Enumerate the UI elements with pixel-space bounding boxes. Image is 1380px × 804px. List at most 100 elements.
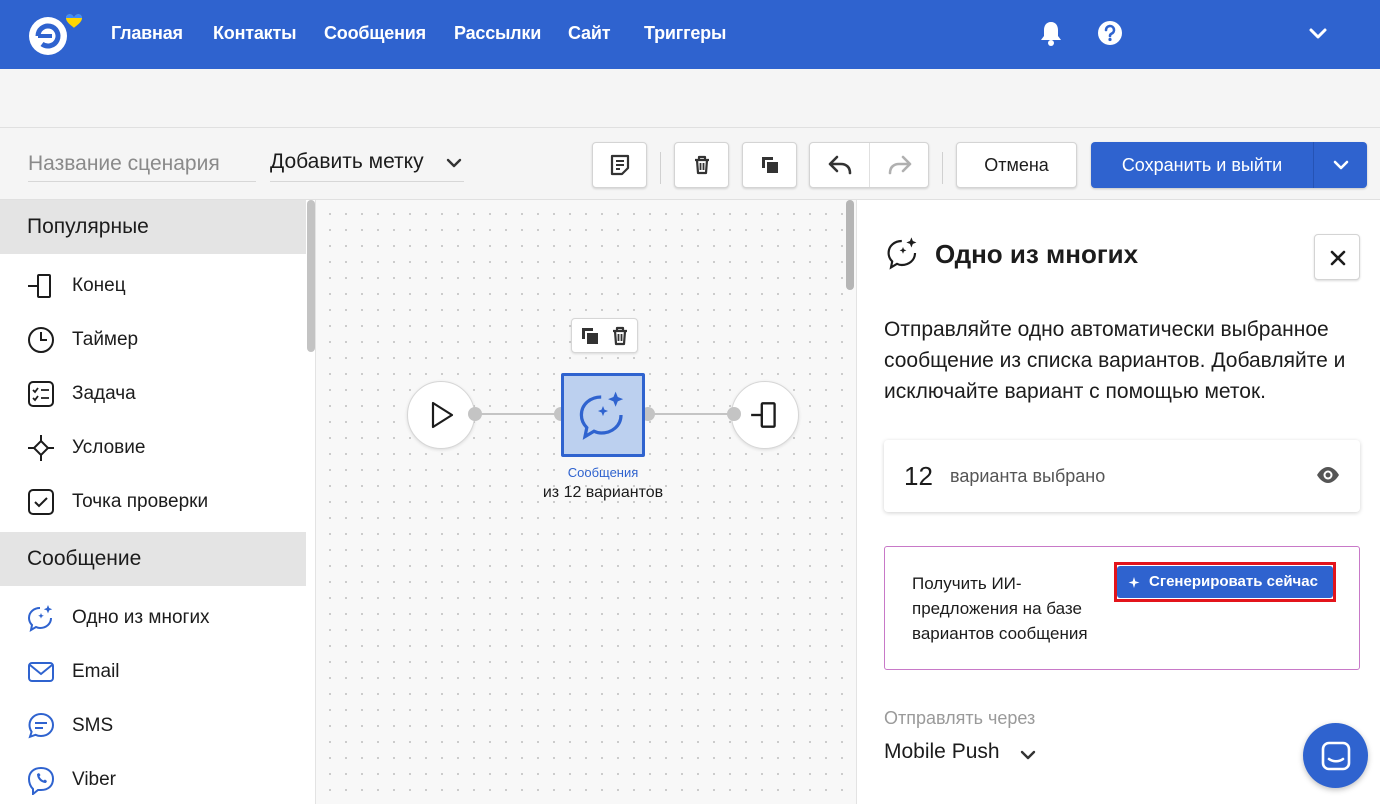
nav-item-messages[interactable]: Сообщения bbox=[324, 23, 426, 44]
library-item-task[interactable]: Задача bbox=[0, 366, 306, 420]
trash-icon[interactable] bbox=[608, 324, 632, 348]
variants-count: 12 bbox=[904, 461, 933, 491]
undo-button[interactable] bbox=[810, 143, 869, 187]
add-tag-label: Добавить метку bbox=[270, 150, 424, 173]
email-icon bbox=[28, 662, 54, 682]
top-navigation-bar: Главная Контакты Сообщения Рассылки Сайт… bbox=[0, 0, 1380, 69]
library-item-label: Email bbox=[72, 661, 120, 682]
library-item-sms[interactable]: SMS bbox=[0, 698, 306, 752]
chevron-down-icon bbox=[1020, 750, 1036, 760]
variants-card: 12 варианта выбрано bbox=[884, 440, 1360, 512]
library-item-label: Задача bbox=[72, 383, 136, 404]
ai-suggestions-text: Получить ИИ-предложения на базе варианто… bbox=[912, 574, 1088, 643]
trash-icon bbox=[694, 155, 709, 175]
toolbar-divider bbox=[660, 152, 661, 184]
task-icon bbox=[28, 381, 54, 407]
delete-button[interactable] bbox=[674, 142, 729, 188]
panel-description: Отправляйте одно автоматически выбранное… bbox=[884, 318, 1346, 403]
copy-button[interactable] bbox=[742, 142, 797, 188]
variants-label: варианта выбрано bbox=[950, 466, 1106, 486]
connection-line bbox=[646, 413, 736, 415]
note-icon bbox=[610, 154, 629, 176]
library-item-one-of-many[interactable]: Одно из многих bbox=[0, 590, 306, 644]
library-item-timer[interactable]: Таймер bbox=[0, 312, 306, 366]
copy-icon[interactable] bbox=[578, 324, 602, 348]
undo-icon bbox=[828, 155, 851, 175]
redo-icon bbox=[888, 155, 911, 175]
cancel-button[interactable]: Отмена bbox=[956, 142, 1077, 188]
nav-item-contacts[interactable]: Контакты bbox=[213, 23, 296, 44]
notes-button[interactable] bbox=[592, 142, 647, 188]
play-icon bbox=[431, 401, 454, 429]
connection-line bbox=[474, 413, 564, 415]
section-message[interactable]: Сообщение bbox=[0, 532, 306, 586]
section-popular[interactable]: Популярные bbox=[0, 200, 306, 254]
library-item-label: Одно из многих bbox=[72, 607, 210, 628]
scenario-canvas[interactable]: Сообщения из 12 вариантов bbox=[316, 200, 856, 804]
page-header-spacer bbox=[0, 69, 1380, 127]
generate-now-button[interactable]: Сгенерировать сейчас bbox=[1117, 566, 1333, 598]
node-settings-panel: Одно из многих Отправляйте одно автомати… bbox=[856, 200, 1380, 804]
scenario-name-input[interactable] bbox=[28, 146, 256, 182]
chevron-down-icon bbox=[446, 158, 462, 168]
send-via-value: Mobile Push bbox=[884, 740, 1000, 763]
help-icon[interactable] bbox=[1095, 18, 1125, 48]
close-panel-button[interactable] bbox=[1314, 234, 1360, 280]
node-type-label: Сообщения bbox=[567, 465, 639, 480]
chevron-down-icon bbox=[1333, 160, 1349, 170]
library-item-end[interactable]: Конец bbox=[0, 258, 306, 312]
ai-chat-icon bbox=[887, 237, 917, 270]
start-node[interactable] bbox=[407, 381, 475, 449]
node-action-bar bbox=[571, 318, 638, 353]
library-item-email[interactable]: Email bbox=[0, 644, 306, 698]
library-scrollbar[interactable] bbox=[307, 200, 315, 352]
add-tag-dropdown[interactable]: Добавить метку bbox=[270, 146, 464, 182]
ai-suggestions-box: Получить ИИ-предложения на базе варианто… bbox=[884, 546, 1360, 670]
account-chevron-down-icon[interactable] bbox=[1303, 18, 1333, 48]
library-item-label: Условие bbox=[72, 437, 146, 458]
checkpoint-icon bbox=[28, 489, 54, 515]
condition-icon bbox=[28, 435, 54, 461]
save-and-exit-button-group: Сохранить и выйти bbox=[1091, 142, 1367, 188]
library-item-checkpoint[interactable]: Точка проверки bbox=[0, 474, 306, 528]
bell-icon[interactable] bbox=[1036, 18, 1066, 48]
save-and-exit-button[interactable]: Сохранить и выйти bbox=[1091, 142, 1313, 188]
timer-icon bbox=[28, 327, 54, 353]
library-item-condition[interactable]: Условие bbox=[0, 420, 306, 474]
scenario-toolbar: Добавить метку bbox=[0, 127, 1380, 200]
library-item-viber[interactable]: Viber bbox=[0, 752, 306, 804]
connector-port[interactable] bbox=[727, 407, 741, 421]
block-library-panel: Популярные Конец Таймер Задача Условие Т… bbox=[0, 200, 316, 804]
save-options-button[interactable] bbox=[1314, 142, 1367, 188]
panel-title: Одно из многих bbox=[935, 239, 1139, 269]
redo-button[interactable] bbox=[870, 143, 929, 187]
ai-chat-icon bbox=[27, 605, 53, 633]
nav-item-site[interactable]: Сайт bbox=[568, 23, 611, 44]
copy-icon bbox=[761, 157, 778, 173]
connector-port[interactable] bbox=[468, 407, 482, 421]
node-caption: из 12 вариантов bbox=[542, 484, 664, 501]
one-of-many-node[interactable] bbox=[561, 373, 645, 457]
library-item-label: SMS bbox=[72, 715, 114, 736]
nav-item-home[interactable]: Главная bbox=[111, 23, 183, 44]
nav-item-triggers[interactable]: Триггеры bbox=[644, 23, 726, 44]
library-item-label: Viber bbox=[72, 769, 117, 790]
end-icon bbox=[751, 402, 776, 428]
generate-now-label: Сгенерировать сейчас bbox=[1149, 573, 1318, 590]
logo-icon[interactable] bbox=[26, 10, 92, 58]
support-chat-button[interactable] bbox=[1303, 723, 1368, 788]
library-item-label: Таймер bbox=[72, 329, 139, 350]
toolbar-divider bbox=[942, 152, 943, 184]
ai-chat-icon bbox=[579, 391, 624, 440]
library-item-label: Конец bbox=[72, 275, 126, 296]
library-item-label: Точка проверки bbox=[72, 491, 209, 512]
eye-icon[interactable] bbox=[1316, 465, 1340, 485]
send-via-dropdown[interactable]: Mobile Push bbox=[884, 740, 1036, 764]
history-button-group bbox=[809, 142, 929, 188]
end-node[interactable] bbox=[731, 381, 799, 449]
nav-item-mailings[interactable]: Рассылки bbox=[454, 23, 541, 44]
sms-icon bbox=[28, 712, 55, 739]
canvas-scrollbar[interactable] bbox=[846, 200, 854, 290]
end-icon bbox=[28, 274, 51, 298]
chat-icon bbox=[1321, 741, 1351, 771]
